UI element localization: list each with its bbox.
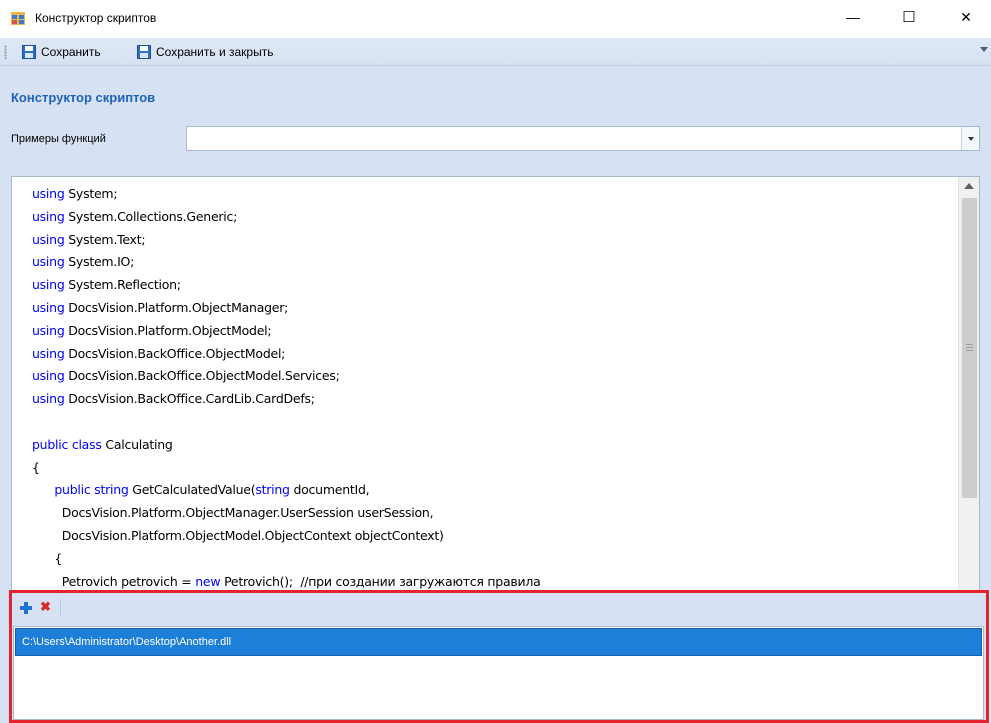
- code-token: documentId,: [289, 482, 370, 498]
- grip-icon: [966, 344, 973, 351]
- x-icon[interactable]: ✖: [40, 600, 51, 614]
- code-line[interactable]: ​: [32, 411, 952, 434]
- code-line[interactable]: {: [32, 548, 952, 571]
- scroll-up-button[interactable]: [959, 177, 979, 195]
- scroll-thumb[interactable]: [962, 198, 977, 498]
- code-token: DocsVision.BackOffice.ObjectModel;: [64, 345, 286, 361]
- code-keyword: public string: [54, 482, 129, 498]
- code-token: {: [32, 459, 40, 475]
- floppy-disk-icon: [137, 45, 151, 59]
- main-toolbar: Сохранить Сохранить и закрыть: [0, 38, 991, 66]
- code-token: DocsVision.Platform.ObjectManager;: [64, 299, 289, 315]
- code-token: System;: [64, 186, 118, 201]
- code-token: {: [32, 550, 63, 566]
- code-line[interactable]: using System.Reflection;: [32, 274, 952, 297]
- libraries-toolbar: ✖: [12, 593, 986, 623]
- code-token: System.Reflection;: [64, 277, 181, 293]
- code-token: DocsVision.Platform.ObjectModel;: [64, 322, 272, 338]
- code-keyword: public class: [32, 436, 102, 452]
- code-keyword: using: [32, 277, 65, 293]
- code-keyword: using: [32, 322, 65, 338]
- code-token: Calculating: [101, 436, 173, 452]
- code-token: DocsVision.BackOffice.ObjectModel.Servic…: [64, 368, 340, 384]
- code-line[interactable]: using DocsVision.BackOffice.ObjectModel;: [32, 343, 952, 366]
- code-token: DocsVision.Platform.ObjectManager.UserSe…: [32, 505, 434, 521]
- code-line[interactable]: {: [32, 457, 952, 480]
- list-item[interactable]: C:\Users\Administrator\Desktop\Another.d…: [15, 628, 982, 656]
- code-line[interactable]: using System.IO;: [32, 251, 952, 274]
- section-title: Конструктор скриптов: [11, 90, 156, 105]
- code-keyword: using: [32, 208, 65, 224]
- save-and-close-label: Сохранить и закрыть: [156, 45, 274, 59]
- functions-label: Примеры функций: [11, 133, 106, 145]
- toolbar-grip[interactable]: [4, 45, 7, 59]
- code-line[interactable]: using DocsVision.BackOffice.CardLib.Card…: [32, 388, 952, 411]
- window-title: Конструктор скриптов: [35, 11, 157, 25]
- save-button[interactable]: Сохранить: [19, 42, 104, 62]
- code-line[interactable]: DocsVision.Platform.ObjectManager.UserSe…: [32, 502, 952, 525]
- code-token: System.Text;: [64, 231, 146, 247]
- code-line[interactable]: public string GetCalculatedValue(string …: [32, 479, 952, 502]
- code-keyword: using: [32, 254, 65, 270]
- code-line[interactable]: using DocsVision.Platform.ObjectModel;: [32, 320, 952, 343]
- code-line[interactable]: using DocsVision.BackOffice.ObjectModel.…: [32, 365, 952, 388]
- code-editor[interactable]: using System; using System.Collections.Ge…: [11, 176, 980, 646]
- libraries-list[interactable]: C:\Users\Administrator\Desktop\Another.d…: [13, 626, 984, 720]
- code-keyword: new: [195, 573, 221, 589]
- code-keyword: using: [32, 368, 65, 384]
- code-line[interactable]: using DocsVision.Platform.ObjectManager;: [32, 297, 952, 320]
- title-bar: Конструктор скриптов — ☐ ✕: [0, 0, 991, 38]
- code-line[interactable]: public class Calculating: [32, 434, 952, 457]
- code-line[interactable]: DocsVision.Platform.ObjectModel.ObjectCo…: [32, 525, 952, 548]
- code-token: Petrovich(); //при создании загружаются …: [220, 573, 541, 589]
- close-icon: ✕: [960, 8, 972, 25]
- editor-scrollbar[interactable]: [958, 177, 979, 645]
- code-token: DocsVision.BackOffice.CardLib.CardDefs;: [64, 391, 315, 407]
- code-token: System.IO;: [64, 254, 135, 270]
- code-token: DocsVision.Platform.ObjectModel.ObjectCo…: [32, 527, 444, 543]
- toolbar-overflow-icon[interactable]: [980, 47, 988, 52]
- arrow-up-icon: [964, 183, 974, 189]
- code-keyword: using: [32, 391, 65, 407]
- main-panel: Конструктор скриптов Примеры функций usi…: [0, 66, 991, 723]
- minimize-button[interactable]: —: [830, 0, 876, 34]
- code-keyword: using: [32, 345, 65, 361]
- floppy-disk-icon: [22, 45, 36, 59]
- code-line[interactable]: using System;: [32, 183, 952, 206]
- minimize-icon: —: [846, 9, 860, 25]
- code-line[interactable]: using System.Text;: [32, 229, 952, 252]
- plus-icon[interactable]: [20, 602, 32, 614]
- code-text[interactable]: using System; using System.Collections.Ge…: [32, 183, 952, 593]
- code-keyword: string: [255, 482, 290, 498]
- save-label: Сохранить: [41, 45, 101, 59]
- code-keyword: using: [32, 299, 65, 315]
- functions-dropdown-button[interactable]: [961, 127, 979, 150]
- code-token: GetCalculatedValue(: [128, 482, 256, 498]
- libraries-panel: ✖ C:\Users\Administrator\Desktop\Another…: [9, 590, 989, 723]
- code-token: System.Collections.Generic;: [64, 208, 238, 224]
- maximize-icon: ☐: [902, 9, 916, 26]
- code-token: Petrovich petrovich =: [32, 573, 196, 589]
- chevron-down-icon: [967, 136, 974, 141]
- close-button[interactable]: ✕: [943, 0, 989, 34]
- maximize-button[interactable]: ☐: [886, 0, 932, 34]
- save-and-close-button[interactable]: Сохранить и закрыть: [134, 42, 276, 62]
- code-line[interactable]: using System.Collections.Generic;: [32, 206, 952, 229]
- code-keyword: using: [32, 186, 65, 201]
- toolbar-separator: [60, 599, 61, 617]
- app-window-icon: [11, 12, 25, 25]
- code-keyword: using: [32, 231, 65, 247]
- functions-select[interactable]: [186, 126, 980, 151]
